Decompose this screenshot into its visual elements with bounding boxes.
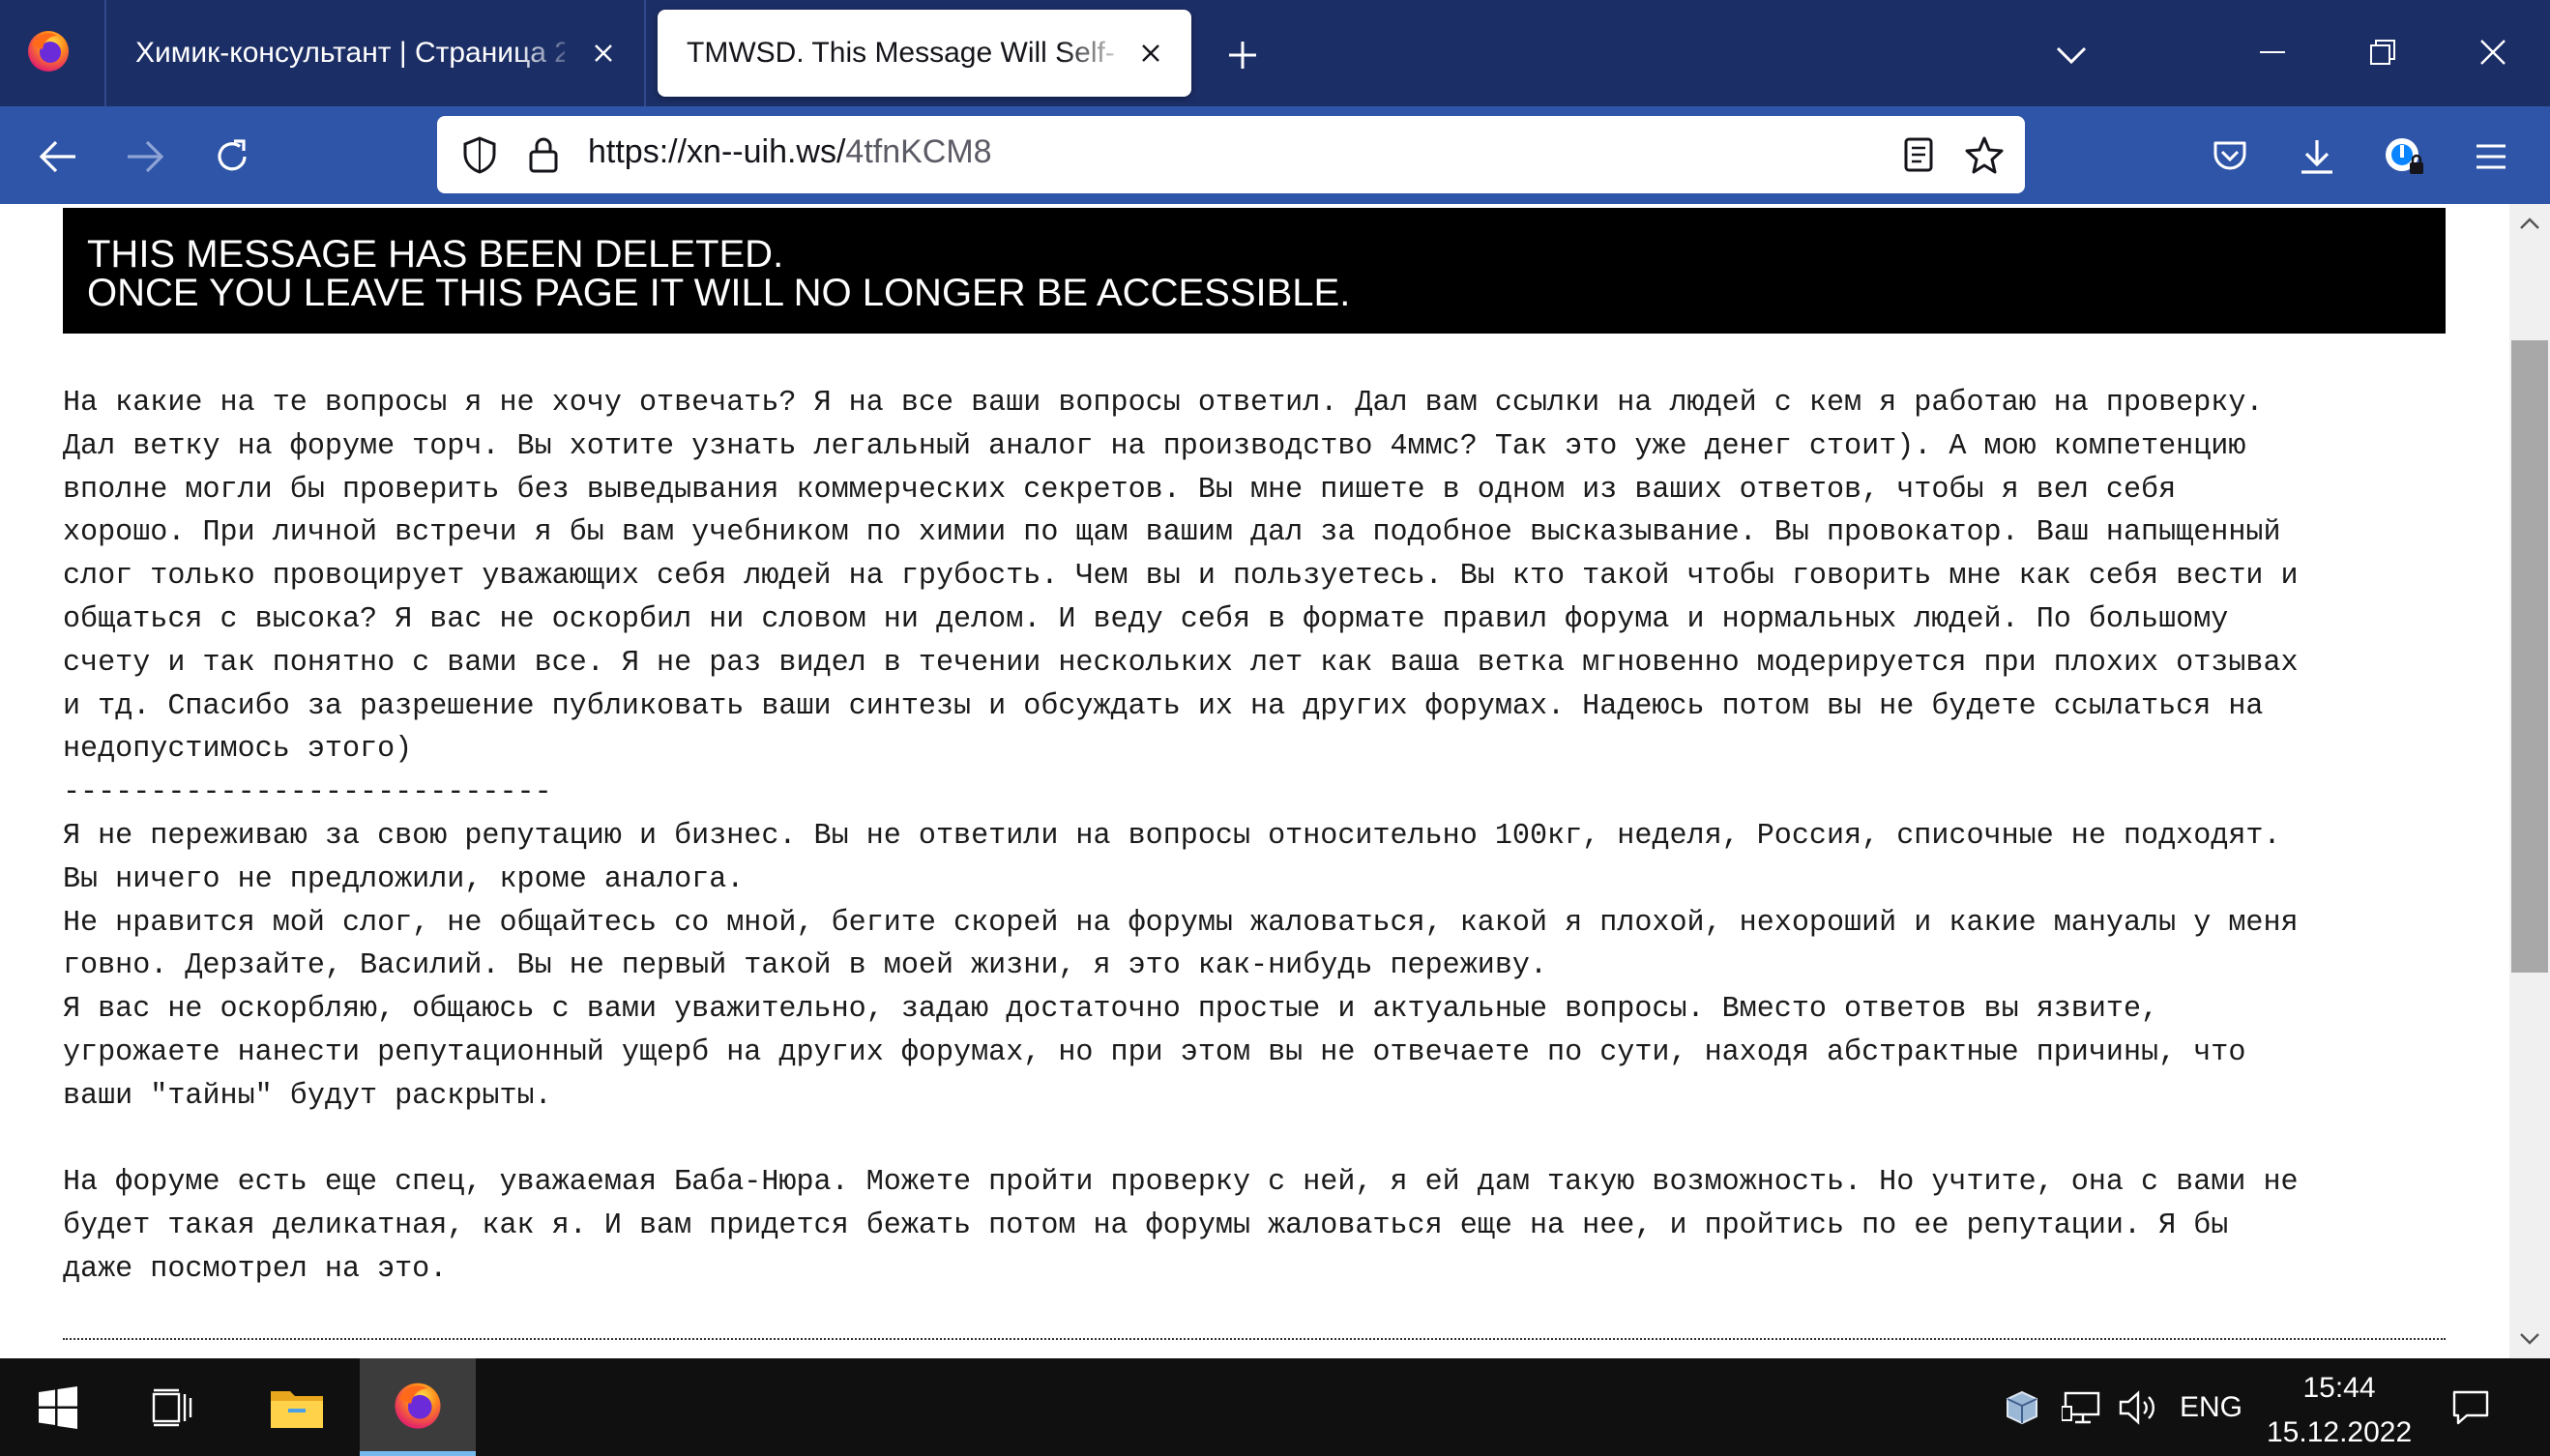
banner-line-2: ONCE YOU LEAVE THIS PAGE IT WILL NO LONG… bbox=[87, 272, 1351, 314]
message-line: ваши "тайны" будут раскрыты. bbox=[63, 1079, 552, 1113]
message-line: Не нравится мой слог, не общайтесь со мн… bbox=[63, 906, 2299, 940]
pocket-icon bbox=[2213, 141, 2246, 170]
windows-taskbar: ENG 15:44 15.12.2022 bbox=[0, 1358, 2550, 1456]
navigation-toolbar: https://xn--uih.ws/4tfnKCM8 bbox=[0, 106, 2550, 204]
scroll-down-button[interactable] bbox=[2509, 1320, 2550, 1358]
download-icon bbox=[2301, 140, 2332, 174]
tab-title: Химик-консультант | Страница 2 | bbox=[135, 37, 565, 69]
chevron-down-icon bbox=[2520, 1333, 2539, 1345]
message-line: Дал ветку на форуме торч. Вы хотите узна… bbox=[63, 429, 2246, 463]
dotted-divider bbox=[63, 1338, 2446, 1340]
task-view-button[interactable] bbox=[135, 1358, 213, 1456]
action-center-button[interactable] bbox=[2437, 1358, 2505, 1456]
file-explorer-button[interactable] bbox=[253, 1358, 340, 1456]
url-path: 4tfnKCM8 bbox=[845, 133, 992, 170]
message-line: будет такая деликатная, как я. И вам при… bbox=[63, 1209, 2229, 1243]
back-arrow-icon bbox=[39, 140, 75, 173]
star-icon[interactable] bbox=[1955, 126, 2013, 184]
reader-view-icon[interactable] bbox=[1890, 126, 1948, 184]
new-tab-button[interactable] bbox=[1216, 29, 1269, 81]
speaker-icon bbox=[2119, 1389, 2154, 1425]
firefox-icon[interactable] bbox=[21, 23, 75, 77]
downloads-button[interactable] bbox=[2288, 128, 2346, 186]
network-icon bbox=[2062, 1391, 2100, 1423]
lock-icon[interactable] bbox=[514, 126, 572, 184]
restore-icon bbox=[2370, 40, 2395, 65]
close-icon[interactable] bbox=[584, 34, 623, 73]
minimize-button[interactable] bbox=[2242, 23, 2303, 81]
banner-line-1: THIS MESSAGE HAS BEEN DELETED. bbox=[87, 233, 784, 276]
close-icon[interactable] bbox=[1131, 34, 1170, 73]
message-line: хорошо. При личной встречи я бы вам учеб… bbox=[63, 516, 2281, 550]
menu-icon bbox=[2477, 144, 2506, 169]
notification-icon bbox=[2452, 1390, 2489, 1424]
clock-date: 15.12.2022 bbox=[2267, 1416, 2413, 1448]
message-line: Вы ничего не предложили, кроме аналога. bbox=[63, 862, 745, 896]
message-line: вполне могли бы проверить без выведывани… bbox=[63, 473, 2177, 507]
message-line: На форуме есть еще спец, уважаемая Баба-… bbox=[63, 1166, 2299, 1200]
chevron-up-icon bbox=[2520, 218, 2539, 229]
message-line: счету и так понятно с вами все. Я не раз… bbox=[63, 646, 2299, 680]
reload-icon bbox=[218, 139, 247, 171]
list-all-tabs-button[interactable] bbox=[2042, 29, 2100, 81]
message-line: ---------------------------- bbox=[63, 776, 552, 810]
message-line: недопустимось этого) bbox=[63, 733, 413, 767]
start-button[interactable] bbox=[19, 1358, 97, 1456]
forward-arrow-icon bbox=[128, 140, 164, 173]
scroll-up-button[interactable] bbox=[2509, 204, 2550, 243]
firefox-taskbar-button[interactable] bbox=[360, 1358, 476, 1456]
forward-button[interactable] bbox=[116, 128, 174, 186]
message-line: слог только провоцирует уважающих себя л… bbox=[63, 560, 2299, 594]
folder-icon bbox=[271, 1390, 323, 1428]
tab-chemist-consultant[interactable]: Химик-консультант | Страница 2 | bbox=[104, 0, 646, 106]
message-line: На какие на те вопросы я не хочу отвечат… bbox=[63, 387, 2264, 420]
firefox-icon bbox=[395, 1383, 441, 1429]
message-line: и тд. Спасибо за разрешение публиковать … bbox=[63, 689, 2264, 723]
message-line: общаться с высока? Я вас не оскорбил ни … bbox=[63, 602, 2229, 636]
tab-tmwsd[interactable]: TMWSD. This Message Will Self-Destruct bbox=[658, 10, 1191, 97]
plus-icon bbox=[1229, 42, 1256, 69]
windows-start-icon bbox=[39, 1385, 77, 1429]
tab-bar: Химик-консультант | Страница 2 | TMWSD. … bbox=[0, 0, 2550, 106]
virtualbox-tray-button[interactable] bbox=[1998, 1358, 2046, 1456]
vertical-scrollbar[interactable] bbox=[2509, 204, 2550, 1358]
restore-button[interactable] bbox=[2352, 23, 2414, 81]
clock-time: 15:44 bbox=[2302, 1372, 2376, 1404]
message-line: говно. Дерзайте, Василий. Вы не первый т… bbox=[63, 949, 1548, 983]
url-text[interactable]: https://xn--uih.ws/4tfnKCM8 bbox=[588, 133, 992, 171]
close-window-button[interactable] bbox=[2462, 23, 2524, 81]
package-icon bbox=[2007, 1390, 2037, 1424]
network-tray-button[interactable] bbox=[2056, 1358, 2110, 1456]
reload-button[interactable] bbox=[203, 128, 261, 186]
chevron-down-icon bbox=[2056, 46, 2087, 65]
task-view-icon bbox=[152, 1388, 192, 1426]
deleted-banner: THIS MESSAGE HAS BEEN DELETED. ONCE YOU … bbox=[63, 208, 2446, 334]
back-button[interactable] bbox=[29, 128, 87, 186]
close-icon bbox=[2480, 40, 2506, 65]
minimize-icon bbox=[2260, 51, 2285, 53]
shield-icon[interactable] bbox=[451, 126, 509, 184]
system-clock[interactable]: 15:44 15.12.2022 bbox=[2267, 1370, 2412, 1451]
url-bar[interactable]: https://xn--uih.ws/4tfnKCM8 bbox=[437, 116, 2025, 193]
app-menu-button[interactable] bbox=[2462, 128, 2520, 186]
message-line: Я не переживаю за свою репутацию и бизне… bbox=[63, 819, 2281, 853]
scrollbar-thumb[interactable] bbox=[2511, 340, 2548, 974]
message-body: На какие на те вопросы я не хочу отвечат… bbox=[63, 382, 2451, 1292]
page-content: THIS MESSAGE HAS BEEN DELETED. ONCE YOU … bbox=[0, 204, 2509, 1358]
account-button[interactable] bbox=[2375, 128, 2433, 186]
pocket-button[interactable] bbox=[2201, 128, 2259, 186]
message-line: угрожаете нанести репутационный ущерб на… bbox=[63, 1035, 2246, 1069]
volume-tray-button[interactable] bbox=[2112, 1358, 2166, 1456]
account-icon bbox=[2386, 138, 2423, 174]
message-line: даже посмотрел на это. bbox=[63, 1252, 448, 1286]
message-line: Я вас не оскорбляю, общаюсь с вами уважи… bbox=[63, 993, 2159, 1027]
url-host: https://xn--uih.ws/ bbox=[588, 133, 846, 170]
input-language[interactable]: ENG bbox=[2180, 1391, 2242, 1424]
tab-title: TMWSD. This Message Will Self-Destruct bbox=[687, 37, 1116, 69]
